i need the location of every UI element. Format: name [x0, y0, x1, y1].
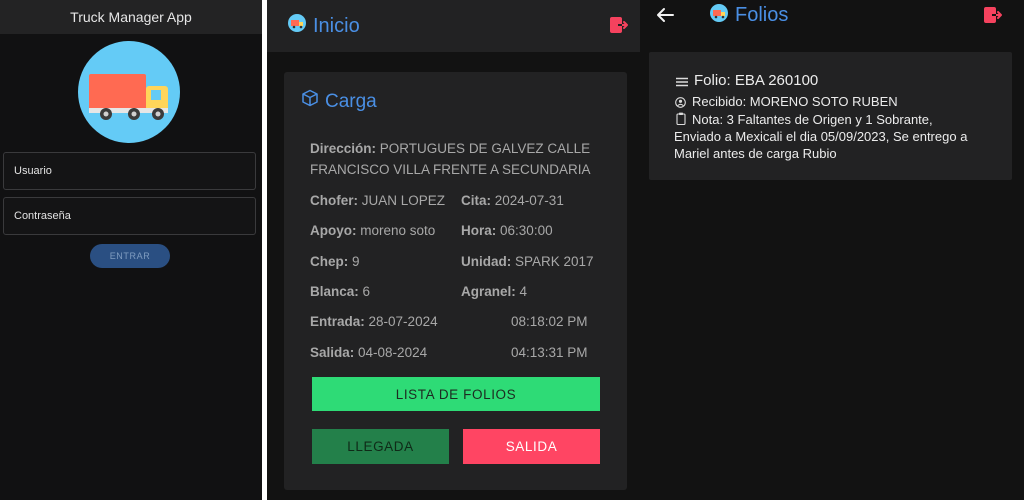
- cita-label: Cita:: [461, 193, 491, 208]
- app-title: Truck Manager App: [0, 0, 262, 34]
- salida-time: 04:13:31 PM: [511, 345, 588, 360]
- hora-label: Hora:: [461, 223, 497, 238]
- header: Inicio: [267, 0, 640, 52]
- cube-icon: [301, 89, 319, 107]
- password-field[interactable]: Contraseña: [3, 197, 256, 235]
- carga-card: [284, 72, 627, 490]
- username-field[interactable]: Usuario: [3, 152, 256, 190]
- entrada-date: 28-07-2024: [368, 314, 438, 329]
- cita-value: 2024-07-31: [494, 193, 564, 208]
- password-placeholder: Contraseña: [14, 210, 71, 222]
- chofer-value: JUAN LOPEZ: [361, 193, 446, 208]
- cita-row: Cita: 2024-07-31: [461, 193, 564, 208]
- hora-value: 06:30:00: [500, 223, 553, 238]
- enter-button[interactable]: ENTRAR: [90, 244, 170, 268]
- truck-logo-icon: [78, 41, 180, 143]
- folios-header: [640, 0, 1024, 40]
- page-title: Inicio: [313, 15, 360, 37]
- folios-screen: Folios Folio: EBA 260100 Recibido: MOREN…: [640, 0, 1024, 500]
- apoyo-row: Apoyo: moreno soto: [310, 223, 435, 238]
- direccion-value-1: PORTUGUES DE GALVEZ CALLE: [379, 141, 591, 156]
- unidad-row: Unidad: SPARK 2017: [461, 254, 594, 269]
- hora-row: Hora: 06:30:00: [461, 223, 553, 238]
- logout-icon[interactable]: [609, 15, 629, 35]
- direccion-line1: Dirección: PORTUGUES DE GALVEZ CALLE: [310, 141, 590, 156]
- chep-value: 9: [352, 254, 360, 269]
- unidad-label: Unidad:: [461, 254, 512, 269]
- login-screen: Truck Manager App Usuario Contraseña ENT…: [0, 0, 262, 500]
- arrow-left-icon[interactable]: [655, 5, 675, 25]
- entrada-time: 08:18:02 PM: [511, 314, 588, 329]
- entrada-label: Entrada:: [310, 314, 365, 329]
- blanca-label: Blanca:: [310, 284, 359, 299]
- chofer-row: Chofer: JUAN LOPEZ: [310, 193, 445, 208]
- llegada-button[interactable]: LLEGADA: [312, 429, 449, 464]
- chofer-label: Chofer:: [310, 193, 358, 208]
- entrada-row: Entrada: 28-07-2024: [310, 314, 438, 329]
- chep-row: Chep: 9: [310, 254, 360, 269]
- direccion-value-2: FRANCISCO VILLA FRENTE A SECUNDARIA: [310, 162, 591, 177]
- chep-label: Chep:: [310, 254, 349, 269]
- agranel-value: 4: [519, 284, 528, 299]
- clipboard-icon: [676, 112, 686, 126]
- card-title: Carga: [325, 91, 377, 112]
- nota-line2: Enviado a Mexicali el dia 05/09/2023, Se…: [674, 129, 968, 144]
- page-title: Folios: [735, 4, 789, 26]
- lista-folios-button[interactable]: LISTA DE FOLIOS: [312, 377, 600, 411]
- truck-app-icon: [710, 4, 728, 22]
- user-circle-icon: [675, 95, 686, 108]
- salida-button[interactable]: SALIDA: [463, 429, 600, 464]
- apoyo-label: Apoyo:: [310, 223, 357, 238]
- truck-app-icon: [288, 14, 306, 32]
- apoyo-value: moreno soto: [360, 223, 436, 238]
- blanca-row: Blanca: 6: [310, 284, 370, 299]
- recibido-text: Recibido: MORENO SOTO RUBEN: [692, 94, 898, 109]
- salida-label: Salida:: [310, 345, 355, 360]
- folio-label: Folio: EBA 260100: [694, 72, 819, 89]
- blanca-value: 6: [362, 284, 371, 299]
- agranel-row: Agranel: 4: [461, 284, 527, 299]
- nota-line1: Nota: 3 Faltantes de Origen y 1 Sobrante…: [692, 112, 933, 127]
- username-placeholder: Usuario: [14, 165, 52, 177]
- inicio-screen: Inicio Carga Dirección: PORTUGUES DE GAL…: [267, 0, 640, 500]
- list-icon: [676, 74, 688, 87]
- direccion-label: Dirección:: [310, 141, 377, 156]
- logout-icon[interactable]: [983, 5, 1003, 25]
- salida-row: Salida: 04-08-2024: [310, 345, 427, 360]
- unidad-value: SPARK 2017: [515, 254, 594, 269]
- salida-date: 04-08-2024: [358, 345, 428, 360]
- agranel-label: Agranel:: [461, 284, 516, 299]
- nota-line3: Mariel antes de carga Rubio: [674, 146, 837, 161]
